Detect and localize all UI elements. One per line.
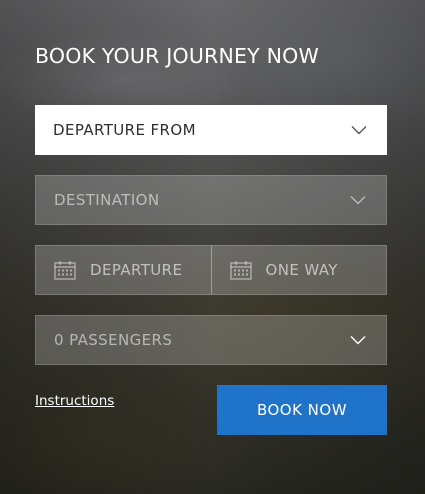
chevron-down-icon xyxy=(351,126,367,135)
instructions-link[interactable]: Instructions xyxy=(35,393,114,409)
calendar-icon xyxy=(229,261,252,280)
return-date-input[interactable]: ONE WAY xyxy=(210,246,387,294)
page-title: BOOK YOUR JOURNEY NOW xyxy=(35,44,319,68)
passengers-label: 0 PASSENGERS xyxy=(54,331,173,349)
departure-date-input[interactable]: DEPARTURE xyxy=(36,246,211,294)
calendar-icon xyxy=(54,261,76,280)
departure-date-label: DEPARTURE xyxy=(90,261,183,279)
destination-label: DESTINATION xyxy=(54,191,160,209)
return-date-label: ONE WAY xyxy=(265,261,338,279)
passengers-select[interactable]: 0 PASSENGERS xyxy=(35,315,387,365)
chevron-down-icon xyxy=(350,196,366,205)
book-now-button[interactable]: BOOK NOW xyxy=(217,385,387,435)
chevron-down-icon xyxy=(350,336,366,345)
departure-from-label: DEPARTURE FROM xyxy=(53,121,196,139)
departure-from-select[interactable]: DEPARTURE FROM xyxy=(35,105,387,155)
destination-select[interactable]: DESTINATION xyxy=(35,175,387,225)
date-range-field: DEPARTURE ONE WAY xyxy=(35,245,387,295)
